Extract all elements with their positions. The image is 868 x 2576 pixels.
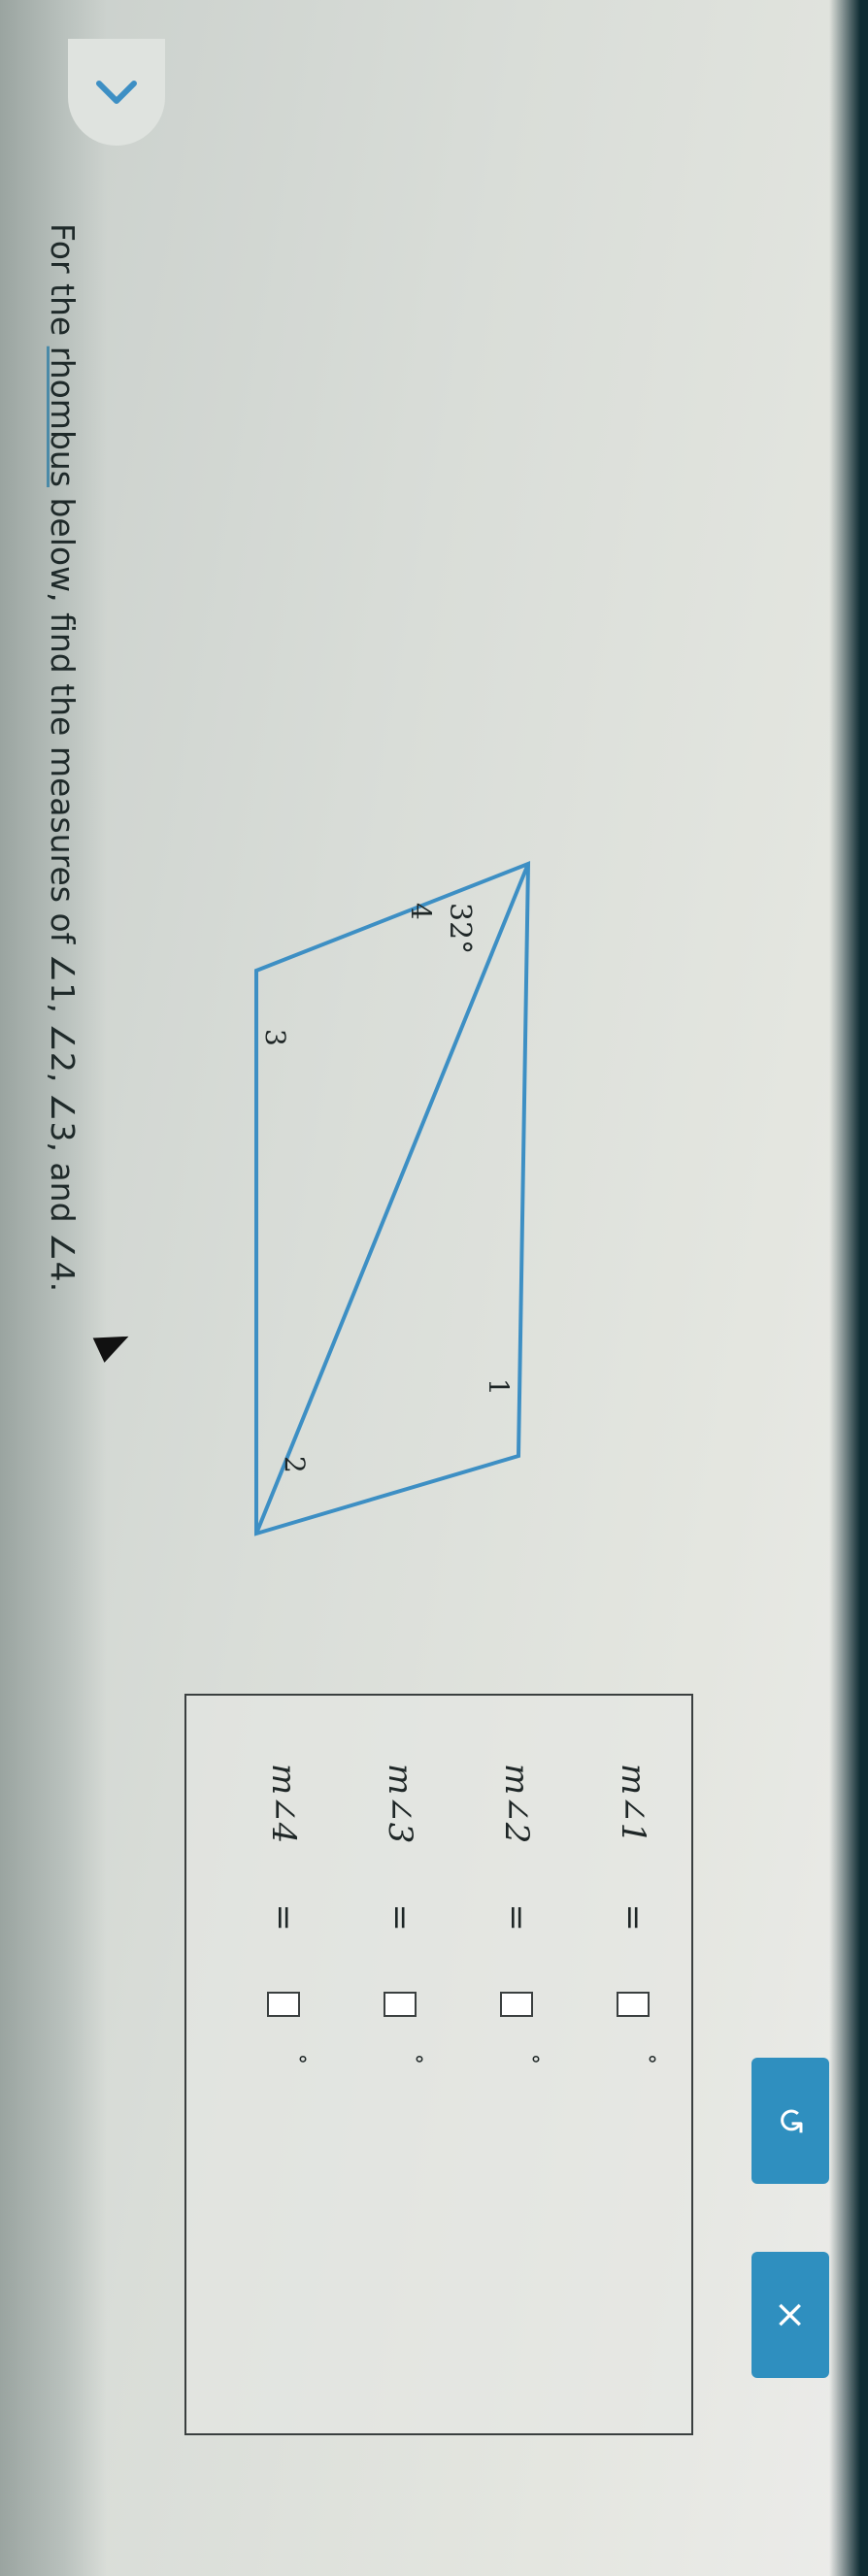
answer-row-1: m∠1 = ° — [614, 1764, 659, 2064]
given-angle-label: 32° — [443, 903, 477, 954]
equals-sign: = — [497, 1903, 536, 1932]
angle-3-input[interactable] — [384, 1991, 417, 2017]
question-text: For the rhombus below, find the measures… — [44, 223, 82, 1582]
angle-2-name: m∠2 — [497, 1764, 536, 1844]
angle-1-label: 1 — [483, 1378, 515, 1396]
question-prefix: For the — [44, 223, 82, 347]
equals-sign: = — [614, 1903, 652, 1932]
undo-button[interactable]: ↺ — [751, 2058, 829, 2184]
equals-sign: = — [381, 1903, 419, 1932]
mouse-cursor-icon — [92, 1324, 135, 1363]
angle-3-name: m∠3 — [381, 1764, 419, 1844]
answer-row-2: m∠2 = ° — [497, 1764, 543, 2064]
answer-row-4: m∠4 = ° — [264, 1764, 310, 2064]
content-frame: For the rhombus below, find the measures… — [0, 0, 868, 2576]
angle-4-name: m∠4 — [264, 1764, 303, 1844]
angle-4-input[interactable] — [267, 1991, 300, 2017]
angle-3-label: 3 — [259, 1029, 291, 1046]
rhombus-figure: 32° 4 3 1 2 — [254, 861, 531, 1536]
angle-1-input[interactable] — [617, 1991, 650, 2017]
angle-1-name: m∠1 — [614, 1764, 652, 1844]
answer-panel: m∠1 = ° m∠2 = ° m∠3 = ° m∠4 = ° — [184, 1694, 693, 2435]
rhombus-diagonal — [254, 863, 530, 1535]
degree-symbol: ° — [517, 2053, 543, 2064]
rhombus-link[interactable]: rhombus — [44, 347, 82, 487]
equals-sign: = — [264, 1903, 303, 1932]
degree-symbol: ° — [284, 2053, 310, 2064]
angle-2-label: 2 — [279, 1456, 311, 1473]
degree-symbol: ° — [634, 2053, 659, 2064]
question-suffix: below, find the measures of ∠1, ∠2, ∠3, … — [44, 487, 82, 1293]
close-icon: × — [768, 2298, 813, 2331]
clear-button[interactable]: × — [751, 2252, 829, 2378]
angle-4-label: 4 — [405, 903, 437, 920]
degree-symbol: ° — [401, 2053, 426, 2064]
angle-2-input[interactable] — [500, 1991, 533, 2017]
answer-row-3: m∠3 = ° — [381, 1764, 426, 2064]
undo-icon: ↺ — [770, 2105, 811, 2136]
